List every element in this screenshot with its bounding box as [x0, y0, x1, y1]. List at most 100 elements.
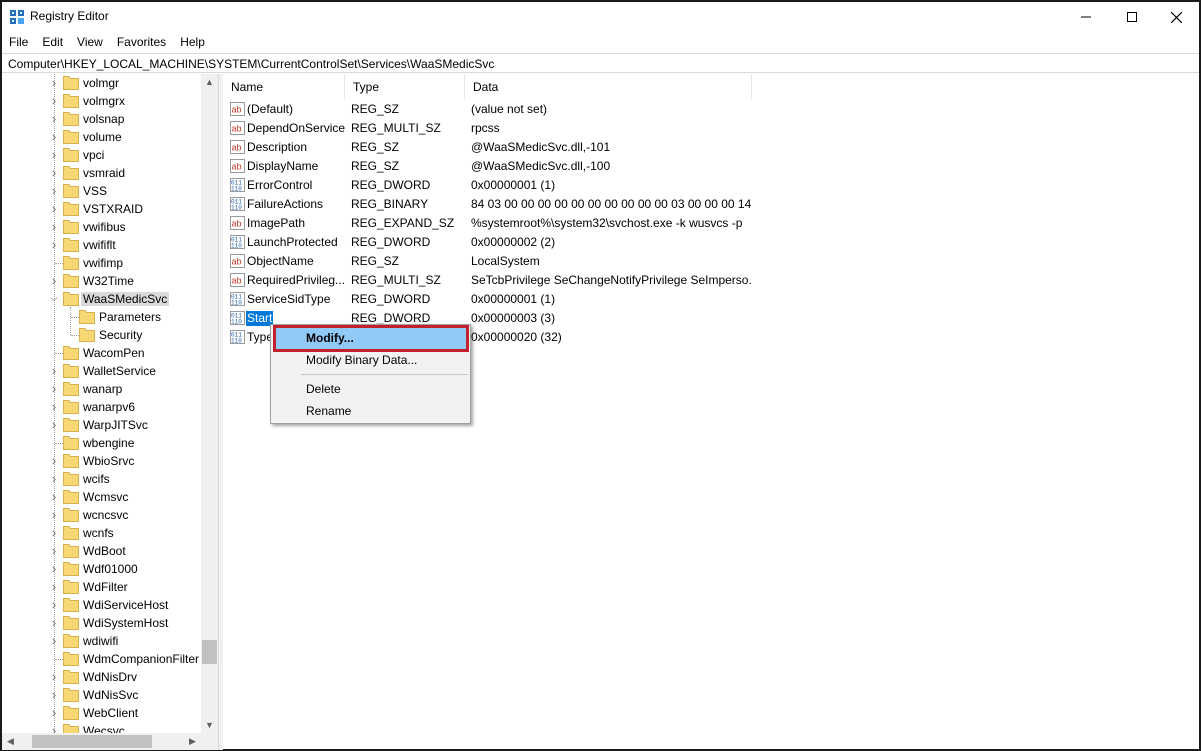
- chevron-right-icon[interactable]: ›: [49, 400, 59, 414]
- tree-item[interactable]: › volmgr: [2, 74, 202, 92]
- tree-item[interactable]: › WdBoot: [2, 542, 202, 560]
- chevron-right-icon[interactable]: ›: [49, 274, 59, 288]
- tree-item[interactable]: › vsmraid: [2, 164, 202, 182]
- chevron-right-icon[interactable]: ›: [49, 166, 59, 180]
- scroll-left-icon[interactable]: ◀: [2, 733, 19, 750]
- tree-item[interactable]: WacomPen: [2, 344, 202, 362]
- tree-item[interactable]: › vpci: [2, 146, 202, 164]
- chevron-right-icon[interactable]: ›: [49, 526, 59, 540]
- tree-item[interactable]: › WebClient: [2, 704, 202, 722]
- menu-help[interactable]: Help: [173, 32, 212, 52]
- tree-item[interactable]: › wcifs: [2, 470, 202, 488]
- scrollbar-thumb[interactable]: [32, 735, 152, 748]
- chevron-right-icon[interactable]: ›: [49, 580, 59, 594]
- chevron-right-icon[interactable]: ›: [49, 706, 59, 720]
- tree-item[interactable]: › wdiwifi: [2, 632, 202, 650]
- value-row[interactable]: ab ObjectName REG_SZ LocalSystem: [223, 252, 1199, 271]
- tree-item[interactable]: › WdiSystemHost: [2, 614, 202, 632]
- scrollbar-thumb[interactable]: [202, 640, 217, 664]
- tree-item[interactable]: › WalletService: [2, 362, 202, 380]
- chevron-right-icon[interactable]: ›: [49, 220, 59, 234]
- value-row[interactable]: ab ImagePath REG_EXPAND_SZ %systemroot%\sys…: [223, 214, 1199, 233]
- tree-item[interactable]: › volmgrx: [2, 92, 202, 110]
- chevron-right-icon[interactable]: ›: [49, 418, 59, 432]
- tree-item[interactable]: Security: [2, 326, 202, 344]
- value-row[interactable]: 011 110 FailureActions REG_BINARY 84 03 00 0…: [223, 195, 1199, 214]
- tree-item[interactable]: › Wcmsvc: [2, 488, 202, 506]
- tree-item[interactable]: Parameters: [2, 308, 202, 326]
- tree-item[interactable]: › W32Time: [2, 272, 202, 290]
- chevron-right-icon[interactable]: ›: [49, 490, 59, 504]
- column-header-type[interactable]: Type: [345, 74, 465, 99]
- close-button[interactable]: [1153, 2, 1199, 32]
- value-row[interactable]: ab Description REG_SZ @WaaSMedicSvc.dll,-10…: [223, 138, 1199, 157]
- value-row[interactable]: ab DependOnService REG_MULTI_SZ rpcss: [223, 119, 1199, 138]
- tree-item[interactable]: › wcnfs: [2, 524, 202, 542]
- menu-view[interactable]: View: [70, 32, 110, 52]
- tree-horizontal-scrollbar[interactable]: ◀ ▶: [2, 733, 218, 750]
- tree-item[interactable]: › WdNisDrv: [2, 668, 202, 686]
- chevron-right-icon[interactable]: ›: [49, 544, 59, 558]
- chevron-right-icon[interactable]: ›: [49, 598, 59, 612]
- address-bar[interactable]: Computer\HKEY_LOCAL_MACHINE\SYSTEM\Curre…: [2, 53, 1199, 73]
- chevron-right-icon[interactable]: ›: [49, 112, 59, 126]
- chevron-right-icon[interactable]: ›: [49, 148, 59, 162]
- chevron-right-icon[interactable]: ›: [49, 508, 59, 522]
- value-row[interactable]: 011 110 ErrorControl REG_DWORD 0x00000001 (1…: [223, 176, 1199, 195]
- tree-item[interactable]: › WdNisSvc: [2, 686, 202, 704]
- scroll-right-icon[interactable]: ▶: [184, 733, 201, 750]
- tree-item[interactable]: › wcncsvc: [2, 506, 202, 524]
- value-row[interactable]: ab (Default) REG_SZ (value not set): [223, 100, 1199, 119]
- chevron-right-icon[interactable]: ›: [49, 454, 59, 468]
- menu-favorites[interactable]: Favorites: [110, 32, 173, 52]
- context-menu-rename[interactable]: Rename: [273, 400, 468, 422]
- tree-item[interactable]: vwifimp: [2, 254, 202, 272]
- chevron-right-icon[interactable]: ›: [49, 382, 59, 396]
- chevron-right-icon[interactable]: ›: [49, 184, 59, 198]
- tree-item[interactable]: › wanarpv6: [2, 398, 202, 416]
- chevron-right-icon[interactable]: ›: [49, 562, 59, 576]
- chevron-right-icon[interactable]: ›: [49, 202, 59, 216]
- column-header-name[interactable]: Name: [223, 74, 345, 99]
- tree-item[interactable]: › vwifibus: [2, 218, 202, 236]
- context-menu-delete[interactable]: Delete: [273, 378, 468, 400]
- tree-item[interactable]: › WdiServiceHost: [2, 596, 202, 614]
- tree-item[interactable]: › VSS: [2, 182, 202, 200]
- chevron-right-icon[interactable]: ›: [49, 688, 59, 702]
- chevron-down-icon[interactable]: ⌵: [49, 292, 59, 306]
- scroll-down-icon[interactable]: ▼: [201, 717, 218, 734]
- tree-item[interactable]: wbengine: [2, 434, 202, 452]
- tree-item[interactable]: › Wdf01000: [2, 560, 202, 578]
- tree-item[interactable]: › WdFilter: [2, 578, 202, 596]
- tree-item[interactable]: › volume: [2, 128, 202, 146]
- value-row[interactable]: ab RequiredPrivileg... REG_MULTI_SZ SeTcbPr…: [223, 271, 1199, 290]
- column-header-data[interactable]: Data: [465, 74, 752, 99]
- menu-edit[interactable]: Edit: [35, 32, 70, 52]
- menu-file[interactable]: File: [2, 32, 35, 52]
- chevron-right-icon[interactable]: ›: [49, 238, 59, 252]
- chevron-right-icon[interactable]: ›: [49, 634, 59, 648]
- context-menu-modify-binary[interactable]: Modify Binary Data...: [273, 349, 468, 371]
- tree-vertical-scrollbar[interactable]: ▲ ▼: [201, 74, 218, 734]
- tree-item[interactable]: WdmCompanionFilter: [2, 650, 202, 668]
- chevron-right-icon[interactable]: ›: [49, 94, 59, 108]
- tree-item[interactable]: › WarpJITSvc: [2, 416, 202, 434]
- tree-item[interactable]: › volsnap: [2, 110, 202, 128]
- tree-item[interactable]: › vwififlt: [2, 236, 202, 254]
- value-row[interactable]: 011 110 ServiceSidType REG_DWORD 0x00000001 …: [223, 290, 1199, 309]
- chevron-right-icon[interactable]: ›: [49, 472, 59, 486]
- chevron-right-icon[interactable]: ›: [49, 76, 59, 90]
- scroll-up-icon[interactable]: ▲: [201, 74, 218, 91]
- value-row[interactable]: 011 110 LaunchProtected REG_DWORD 0x00000002…: [223, 233, 1199, 252]
- chevron-right-icon[interactable]: ›: [49, 364, 59, 378]
- chevron-right-icon[interactable]: ›: [49, 670, 59, 684]
- tree-item[interactable]: › WbioSrvc: [2, 452, 202, 470]
- tree-item[interactable]: › VSTXRAID: [2, 200, 202, 218]
- chevron-right-icon[interactable]: ›: [49, 616, 59, 630]
- maximize-button[interactable]: [1109, 2, 1155, 32]
- chevron-right-icon[interactable]: ›: [49, 130, 59, 144]
- minimize-button[interactable]: [1063, 2, 1109, 32]
- tree-item[interactable]: ⌵ WaaSMedicSvc: [2, 290, 202, 308]
- value-row[interactable]: ab DisplayName REG_SZ @WaaSMedicSvc.dll,-10…: [223, 157, 1199, 176]
- tree-item[interactable]: › wanarp: [2, 380, 202, 398]
